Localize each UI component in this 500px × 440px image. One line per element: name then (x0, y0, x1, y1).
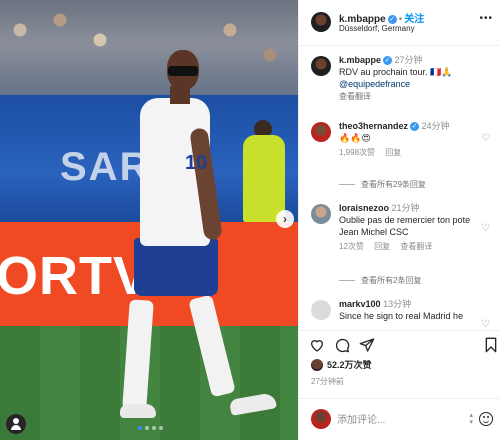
comment-bubble-icon[interactable] (334, 337, 350, 353)
comment-like-count[interactable]: 1,998次赞 (339, 148, 375, 157)
comment-time: 24分钟 (421, 121, 450, 131)
save-bookmark-icon[interactable] (483, 337, 499, 353)
comment-avatar[interactable] (311, 204, 331, 224)
view-replies-link[interactable]: 查看所有2条回复 (339, 275, 421, 286)
comment-username[interactable]: theo3hernandez (339, 121, 408, 131)
comment-item: markv100 13分钟 Since he sign to real Madr… (299, 298, 500, 328)
emoji-picker-icon[interactable] (479, 412, 493, 426)
comment-meta: 1,998次赞 回复 (339, 147, 481, 159)
comment-body: theo3hernandez ✓ 24分钟 🔥🔥😍 1,998次赞 回复 (339, 120, 481, 159)
tagged-user-icon[interactable] (6, 414, 26, 434)
comment-like-heart-icon[interactable]: ♡ (481, 224, 491, 234)
add-comment-input[interactable] (337, 411, 467, 429)
post-side-panel: k.mbappe ✓ • 关注 Düsseldorf, Germany ••• k.m… (298, 0, 500, 440)
caption-mention-link[interactable]: @equipedefrance (339, 78, 481, 90)
more-options-icon[interactable]: ••• (479, 13, 493, 24)
player-shorts (134, 238, 218, 296)
add-comment-bar: ▴▾ (299, 398, 500, 440)
caption-time: 27分钟 (394, 55, 423, 65)
like-heart-icon[interactable] (309, 337, 325, 353)
share-paper-plane-icon[interactable] (359, 337, 375, 353)
likes-count[interactable]: 52.2万次赞 (327, 358, 372, 371)
caption-username[interactable]: k.mbappe (339, 55, 381, 65)
player-face-mask (168, 66, 198, 76)
comment-avatar[interactable] (311, 300, 331, 320)
caption-translate-link[interactable]: 查看翻译 (339, 91, 481, 103)
author-line: k.mbappe ✓ • 关注 (339, 10, 424, 25)
scroll-arrows-icon: ▴ ▾ (469, 412, 473, 426)
crowd-background (0, 0, 298, 110)
comment-text: 🔥🔥😍 (339, 133, 371, 143)
comment-username[interactable]: markv100 (339, 299, 381, 309)
player-left-boot (120, 404, 156, 418)
author-avatar[interactable] (311, 12, 331, 32)
current-user-avatar (311, 409, 331, 429)
verified-badge-icon: ✓ (387, 14, 397, 24)
comment-like-heart-icon[interactable]: ♡ (481, 134, 491, 144)
comment-time: 13分钟 (383, 299, 412, 309)
carousel-dot (159, 426, 163, 430)
comment-reply-button[interactable]: 回复 (374, 242, 390, 251)
carousel-dot (152, 426, 156, 430)
comment-text: Oublie pas de remercier ton pote Jean Mi… (339, 215, 471, 237)
post-timestamp[interactable]: 27分钟前 (311, 376, 344, 387)
comment-body: loraisnezoo 21分钟 Oublie pas de remercier… (339, 202, 481, 253)
comment-like-heart-icon[interactable]: ♡ (481, 320, 491, 329)
carousel-dot (145, 426, 149, 430)
caption-body: k.mbappe ✓ 27分钟 RDV au prochain tour. 🇫🇷🙏… (339, 54, 481, 103)
caption-avatar[interactable] (311, 56, 331, 76)
comment-like-count[interactable]: 12次赞 (339, 242, 364, 251)
post-header: k.mbappe ✓ • 关注 Düsseldorf, Germany ••• (299, 0, 500, 46)
carousel-dot-active (138, 426, 142, 430)
comment-translate-link[interactable]: 查看翻译 (400, 242, 432, 251)
verified-badge-icon: ✓ (383, 56, 393, 66)
likes-summary[interactable]: 52.2万次赞 (311, 358, 372, 371)
verified-badge-icon: ✓ (410, 122, 420, 132)
post-action-bar (299, 330, 500, 356)
comment-time: 21分钟 (391, 203, 420, 213)
post-photo[interactable]: SAR ORTVIE 10 › (0, 0, 298, 440)
player-shirt-number: 10 (185, 152, 208, 174)
comment-reply-button[interactable]: 回复 (385, 148, 401, 157)
carousel-dots (138, 426, 163, 430)
comment-meta: 12次赞 回复 查看翻译 (339, 241, 481, 253)
post-location[interactable]: Düsseldorf, Germany (339, 24, 415, 33)
carousel-next-button[interactable]: › (276, 210, 294, 228)
steward-vest (243, 135, 285, 223)
comment-body: markv100 13分钟 Since he sign to real Madr… (339, 298, 481, 322)
view-replies-link[interactable]: 查看所有29条回复 (339, 179, 426, 190)
comment-username[interactable]: loraisnezoo (339, 203, 389, 213)
caption-text: RDV au prochain tour. 🇫🇷🙏 (339, 67, 453, 77)
comment-avatar[interactable] (311, 122, 331, 142)
liker-avatar (311, 358, 323, 371)
comment-text: Since he sign to real Madrid he (339, 311, 464, 321)
blue-ad-board-text: SAR (60, 145, 151, 189)
